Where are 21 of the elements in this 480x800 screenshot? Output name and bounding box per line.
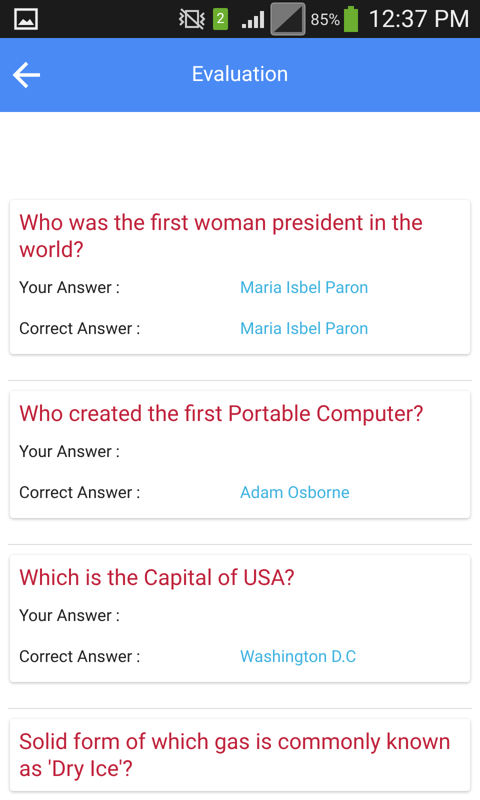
answer-text: Maria Isbel Paron — [240, 279, 368, 298]
answer-label: Correct Answer : — [19, 484, 142, 503]
answer-text: Washington D.C — [240, 648, 356, 667]
battery-icon — [344, 6, 358, 32]
answer-label: Your Answer : — [19, 607, 121, 626]
question-text: Who created the first Portable Computer? — [19, 401, 424, 428]
battery-percent: 85% — [310, 10, 340, 28]
image-icon — [14, 8, 38, 30]
answer-label: Correct Answer : — [19, 320, 142, 339]
answer-text: Maria Isbel Paron — [240, 320, 368, 339]
answer-label: Your Answer : — [19, 279, 121, 298]
screen-title: Evaluation — [192, 63, 288, 87]
answer-text: Adam Osborne — [240, 484, 350, 503]
question-text: Which is the Capital of USA? — [19, 565, 296, 592]
answer-label: Correct Answer : — [19, 648, 142, 667]
sim-badge: 2 — [212, 8, 228, 30]
signal-icon — [240, 8, 266, 30]
clock: 12:37 PM — [368, 5, 470, 33]
answer-label: Your Answer : — [19, 443, 121, 462]
question-text: Who was the first woman president in the world? — [19, 210, 424, 264]
question-text: Solid form of which gas is commonly known as 'Dry Ice'? — [19, 729, 452, 783]
